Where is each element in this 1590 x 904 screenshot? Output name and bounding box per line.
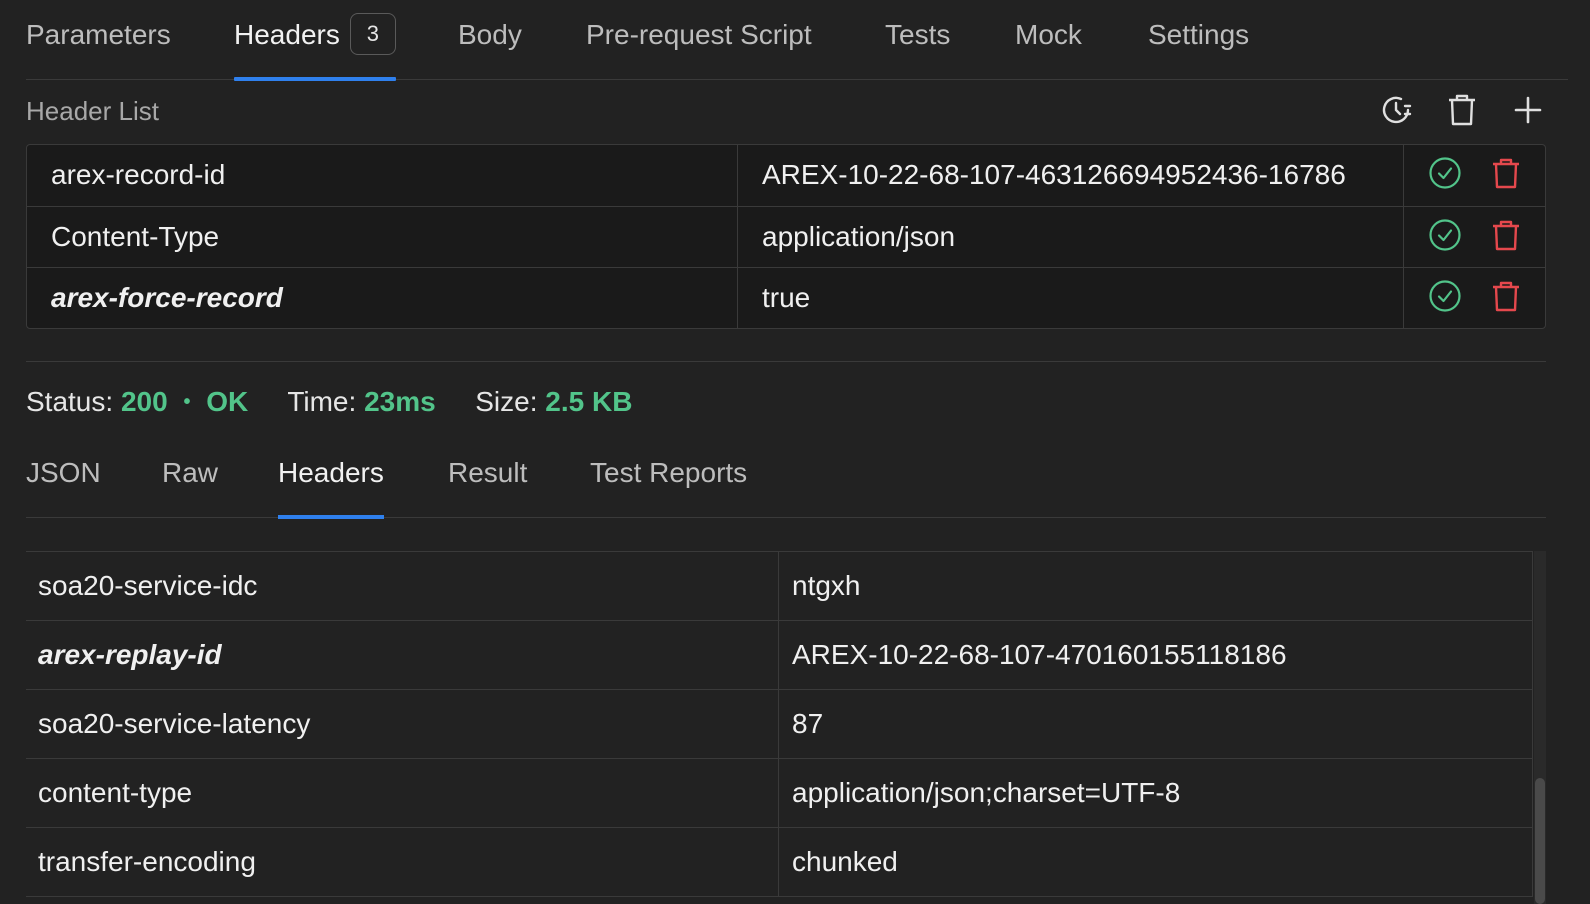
header-key-field[interactable]: Content-Type xyxy=(27,207,738,267)
tab-parameters[interactable]: Parameters xyxy=(26,0,171,80)
status-code: 200 xyxy=(120,386,168,417)
table-row: soa20-service-latency 87 xyxy=(26,690,1532,759)
tab-mock[interactable]: Mock xyxy=(1015,0,1082,80)
tab-json[interactable]: JSON xyxy=(26,440,101,518)
tab-settings[interactable]: Settings xyxy=(1148,0,1249,80)
table-row: soa20-service-idc ntgxh xyxy=(26,552,1532,621)
header-list-actions xyxy=(1378,92,1546,128)
response-header-key: arex-replay-id xyxy=(26,621,779,689)
tab-test-reports[interactable]: Test Reports xyxy=(590,440,747,518)
delete-icon[interactable] xyxy=(1491,157,1521,194)
response-header-value: application/json;charset=UTF-8 xyxy=(792,777,1181,808)
history-icon[interactable] xyxy=(1378,92,1414,128)
table-row: arex-replay-id AREX-10-22-68-107-4701601… xyxy=(26,621,1532,690)
response-time: 23ms xyxy=(364,386,436,417)
plus-icon[interactable] xyxy=(1510,92,1546,128)
request-panel: Parameters Headers 3 Body Pre-request Scr… xyxy=(0,0,1590,904)
tab-pre-request-script[interactable]: Pre-request Script xyxy=(586,0,812,80)
tab-response-headers[interactable]: Headers xyxy=(278,440,384,519)
tab-label: Mock xyxy=(1015,19,1082,50)
active-tab-indicator xyxy=(234,77,396,81)
response-header-value: AREX-10-22-68-107-470160155118186 xyxy=(792,639,1287,670)
row-actions xyxy=(1404,145,1545,206)
trash-icon[interactable] xyxy=(1444,92,1480,128)
tab-result[interactable]: Result xyxy=(448,440,527,518)
response-header-key: soa20-service-latency xyxy=(26,690,779,758)
tab-label: Headers xyxy=(278,457,384,488)
header-key-field[interactable]: arex-force-record xyxy=(27,268,738,328)
header-value-field[interactable]: true xyxy=(738,268,1404,328)
table-row: Content-Type application/json xyxy=(27,206,1545,267)
request-headers-table: arex-record-id AREX-10-22-68-107-4631266… xyxy=(26,144,1546,329)
tab-tests[interactable]: Tests xyxy=(885,0,950,80)
delete-icon[interactable] xyxy=(1491,280,1521,317)
table-row: content-type application/json;charset=UT… xyxy=(26,759,1532,828)
response-header-key: content-type xyxy=(26,759,779,827)
tab-label: Tests xyxy=(885,19,951,50)
table-row: arex-record-id AREX-10-22-68-107-4631266… xyxy=(27,145,1545,206)
scrollbar-thumb[interactable] xyxy=(1535,778,1545,904)
response-header-value: chunked xyxy=(792,846,898,877)
tab-raw[interactable]: Raw xyxy=(162,440,218,518)
header-value-field[interactable]: AREX-10-22-68-107-463126694952436-16786 xyxy=(738,145,1404,206)
table-row: transfer-encoding chunked xyxy=(26,828,1532,897)
check-circle-icon[interactable] xyxy=(1428,218,1462,257)
tab-label: Pre-request Script xyxy=(586,19,812,50)
table-row: arex-force-record true xyxy=(27,267,1545,328)
response-header-key: transfer-encoding xyxy=(26,828,779,896)
delete-icon[interactable] xyxy=(1491,219,1521,256)
tab-label: Test Reports xyxy=(590,457,748,488)
tab-label: Body xyxy=(458,19,522,50)
size-label: Size: xyxy=(475,386,538,417)
row-actions xyxy=(1404,207,1545,267)
check-circle-icon[interactable] xyxy=(1428,156,1462,195)
header-key-field[interactable]: arex-record-id xyxy=(27,145,738,206)
status-text: OK xyxy=(206,386,249,417)
tab-label: Headers xyxy=(234,19,340,50)
tab-label: Parameters xyxy=(26,19,171,50)
row-actions xyxy=(1404,268,1545,328)
tab-label: JSON xyxy=(26,457,101,488)
time-label: Time: xyxy=(287,386,357,417)
active-tab-indicator xyxy=(278,515,384,519)
section-divider xyxy=(26,361,1546,362)
check-circle-icon[interactable] xyxy=(1428,279,1462,318)
status-label: Status: xyxy=(26,386,114,417)
tab-label: Raw xyxy=(162,457,219,488)
response-header-value: 87 xyxy=(792,708,824,739)
header-value-field[interactable]: application/json xyxy=(738,207,1404,267)
status-separator-dot: • xyxy=(183,391,191,413)
request-tabs: Parameters Headers 3 Body Pre-request Scr… xyxy=(26,0,1568,81)
response-header-key: soa20-service-idc xyxy=(26,552,779,620)
header-list-title: Header List xyxy=(26,96,159,126)
tab-label: Settings xyxy=(1148,19,1250,50)
tab-headers[interactable]: Headers 3 xyxy=(234,0,396,81)
response-size: 2.5 KB xyxy=(545,386,633,417)
tab-label: Result xyxy=(448,457,528,488)
headers-count-badge: 3 xyxy=(349,13,396,55)
response-header-value: ntgxh xyxy=(792,570,861,601)
response-tabs: JSON Raw Headers Result Test Reports xyxy=(26,440,1546,519)
response-status-bar: Status: 200 • OK Time: 23ms Size: 2.5 KB xyxy=(26,386,632,418)
response-headers-table: soa20-service-idc ntgxh arex-replay-id A… xyxy=(26,551,1533,897)
tab-body[interactable]: Body xyxy=(458,0,522,80)
